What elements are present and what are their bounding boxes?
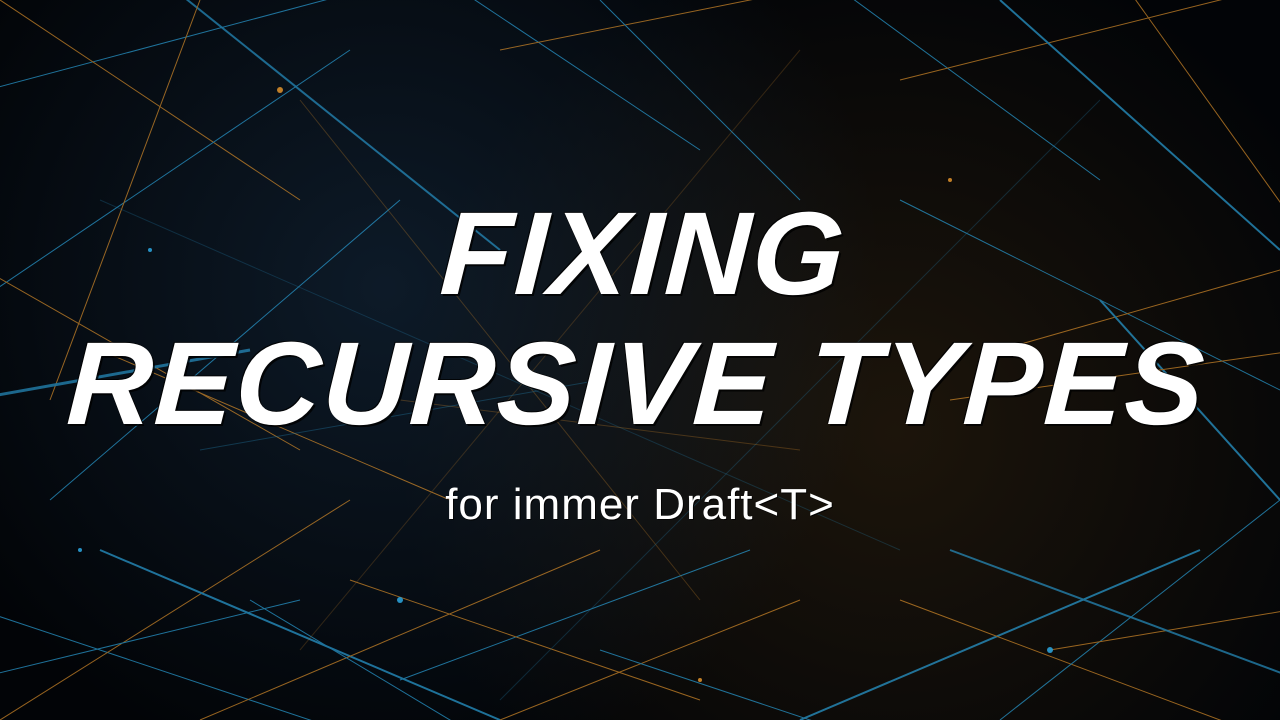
title-line-1: FIXING [437, 188, 849, 320]
title-card: FIXING RECURSIVE TYPES for immer Draft<T… [0, 0, 1280, 720]
subtitle: for immer Draft<T> [445, 480, 835, 530]
title-line-2: RECURSIVE TYPES [64, 318, 1209, 450]
main-title: FIXING RECURSIVE TYPES [64, 190, 1216, 450]
